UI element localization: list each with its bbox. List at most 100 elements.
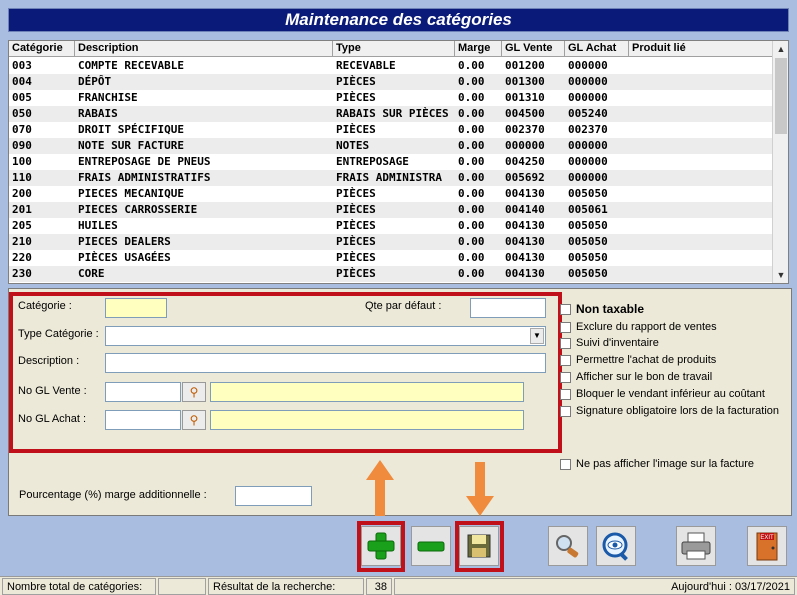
table-row[interactable]: 205 HUILES PIÈCES 0.00 004130 005050 (9, 218, 773, 234)
exit-icon: EXIT (756, 532, 778, 561)
permettre-label: Permettre l'achat de produits (576, 354, 717, 366)
table-cell (629, 122, 773, 138)
table-row[interactable]: 110 FRAIS ADMINISTRATIFS FRAIS ADMINISTRA 0… (9, 170, 773, 186)
option-bloquer[interactable]: Bloquer le vendant inférieur au coûtant (560, 387, 765, 401)
table-row[interactable]: 100 ENTREPOSAGE DE PNEUS ENTREPOSAGE 0.00 00… (9, 154, 773, 170)
table-cell: PIÈCES (336, 267, 376, 280)
no-image-checkbox[interactable] (560, 458, 571, 470)
table-cell: 000000 (505, 139, 545, 152)
add-button[interactable] (361, 526, 401, 566)
table-cell: 004130 (505, 267, 545, 280)
option-signature[interactable]: Signature obligatoire lors de la factura… (560, 404, 779, 418)
table-cell: PIECES CARROSSERIE (78, 203, 198, 216)
minus-icon (417, 541, 445, 552)
table-row[interactable]: 004 DÉPÔT PIÈCES 0.00 001300 000000 (9, 74, 773, 90)
table-cell: DROIT SPÉCIFIQUE (78, 123, 184, 136)
pourcentage-input[interactable] (235, 486, 312, 506)
scroll-thumb[interactable] (775, 58, 787, 134)
table-cell: 005692 (505, 171, 545, 184)
table-cell: FRAIS ADMINISTRATIFS (78, 171, 211, 184)
suivi-checkbox[interactable] (560, 337, 571, 349)
col-header-gl-achat[interactable]: GL Achat (565, 41, 629, 57)
col-header-type[interactable]: Type (333, 41, 455, 57)
table-row[interactable]: 230 CORE PIÈCES 0.00 004130 005050 (9, 266, 773, 282)
scroll-down-icon[interactable]: ▼ (773, 267, 788, 283)
table-cell: PIECES MECANIQUE (78, 187, 184, 200)
total-categories-label: Nombre total de catégories: (2, 578, 156, 595)
option-permettre[interactable]: Permettre l'achat de produits (560, 353, 716, 367)
table-cell: 070 (12, 123, 32, 136)
grid-scrollbar[interactable]: ▲ ▼ (772, 41, 788, 283)
afficher-checkbox[interactable] (560, 371, 571, 383)
today-date: Aujourd'hui : 03/17/2021 (394, 578, 795, 595)
table-row[interactable]: 050 RABAIS RABAIS SUR PIÈCES 0.00 004500 0052… (9, 106, 773, 122)
save-button[interactable] (459, 526, 499, 566)
option-no-image[interactable]: Ne pas afficher l'image sur la facture (560, 457, 754, 471)
exclure-checkbox[interactable] (560, 321, 571, 333)
table-cell: RABAIS (78, 107, 118, 120)
col-header-gl-vente[interactable]: GL Vente (502, 41, 565, 57)
exit-button[interactable]: EXIT (747, 526, 787, 566)
table-row[interactable]: 003 COMPTE RECEVABLE RECEVABLE 0.00 001200 00… (9, 58, 773, 74)
option-afficher[interactable]: Afficher sur le bon de travail (560, 370, 712, 384)
status-bar: Nombre total de catégories: Résultat de … (0, 576, 797, 595)
col-header-produit-lie[interactable]: Produit lié (629, 41, 773, 57)
table-cell: 100 (12, 155, 32, 168)
categories-grid[interactable]: Catégorie Description Type Marge GL Vent… (8, 40, 789, 284)
table-cell: 004130 (505, 235, 545, 248)
table-cell: 001300 (505, 75, 545, 88)
window-title: Maintenance des catégories (8, 8, 789, 32)
permettre-checkbox[interactable] (560, 354, 571, 366)
table-cell: 0.00 (458, 171, 485, 184)
table-cell: 005050 (568, 235, 608, 248)
table-row[interactable]: 220 PIÈCES USAGÉES PIÈCES 0.00 004130 005050 (9, 250, 773, 266)
exit-sign-label: EXIT (760, 535, 774, 541)
table-cell: HUILES (78, 219, 118, 232)
table-cell: 003 (12, 59, 32, 72)
table-cell: 0.00 (458, 107, 485, 120)
signature-checkbox[interactable] (560, 405, 571, 417)
table-row[interactable]: 070 DROIT SPÉCIFIQUE PIÈCES 0.00 002370 00237… (9, 122, 773, 138)
col-header-description[interactable]: Description (75, 41, 333, 57)
table-cell: 0.00 (458, 139, 485, 152)
search-button[interactable] (548, 526, 588, 566)
table-cell: 004130 (505, 219, 545, 232)
table-cell: 005240 (568, 107, 608, 120)
table-row[interactable]: 005 FRANCHISE PIÈCES 0.00 001310 000000 (9, 90, 773, 106)
table-cell (629, 90, 773, 106)
table-cell: DÉPÔT (78, 75, 112, 88)
table-cell: PIÈCES (336, 203, 376, 216)
table-cell: 0.00 (458, 235, 485, 248)
table-row[interactable]: 090 NOTE SUR FACTURE NOTES 0.00 000000 000000 (9, 138, 773, 154)
table-cell: 000000 (568, 75, 608, 88)
table-cell: 001310 (505, 91, 545, 104)
non-taxable-option[interactable]: Non taxable (560, 302, 644, 316)
option-suivi[interactable]: Suivi d'inventaire (560, 336, 659, 350)
highlight-form-box (9, 292, 562, 453)
bloquer-checkbox[interactable] (560, 388, 571, 400)
table-cell: 0.00 (458, 267, 485, 280)
edit-panel: Catégorie : Qte par défaut : Type Catégo… (8, 288, 792, 516)
scroll-up-icon[interactable]: ▲ (773, 41, 788, 57)
view-button[interactable] (596, 526, 636, 566)
table-row[interactable]: 200 PIECES MECANIQUE PIÈCES 0.00 004130 00505… (9, 186, 773, 202)
table-cell: 005050 (568, 219, 608, 232)
table-cell: 0.00 (458, 219, 485, 232)
table-cell: 004140 (505, 203, 545, 216)
option-exclure[interactable]: Exclure du rapport de ventes (560, 320, 717, 334)
table-row[interactable]: 201 PIECES CARROSSERIE PIÈCES 0.00 004140 005… (9, 202, 773, 218)
table-row[interactable]: 210 PIECES DEALERS PIÈCES 0.00 004130 005050 (9, 234, 773, 250)
non-taxable-label: Non taxable (576, 302, 645, 316)
table-cell: CORE (78, 267, 105, 280)
delete-button[interactable] (411, 526, 451, 566)
col-header-marge[interactable]: Marge (455, 41, 502, 57)
col-header-categorie[interactable]: Catégorie (9, 41, 75, 57)
print-button[interactable] (676, 526, 716, 566)
table-cell: 000000 (568, 59, 608, 72)
non-taxable-checkbox[interactable] (560, 303, 571, 315)
table-cell: 0.00 (458, 155, 485, 168)
table-cell (629, 74, 773, 90)
table-cell (629, 186, 773, 202)
table-cell: 0.00 (458, 123, 485, 136)
table-cell: FRANCHISE (78, 91, 138, 104)
